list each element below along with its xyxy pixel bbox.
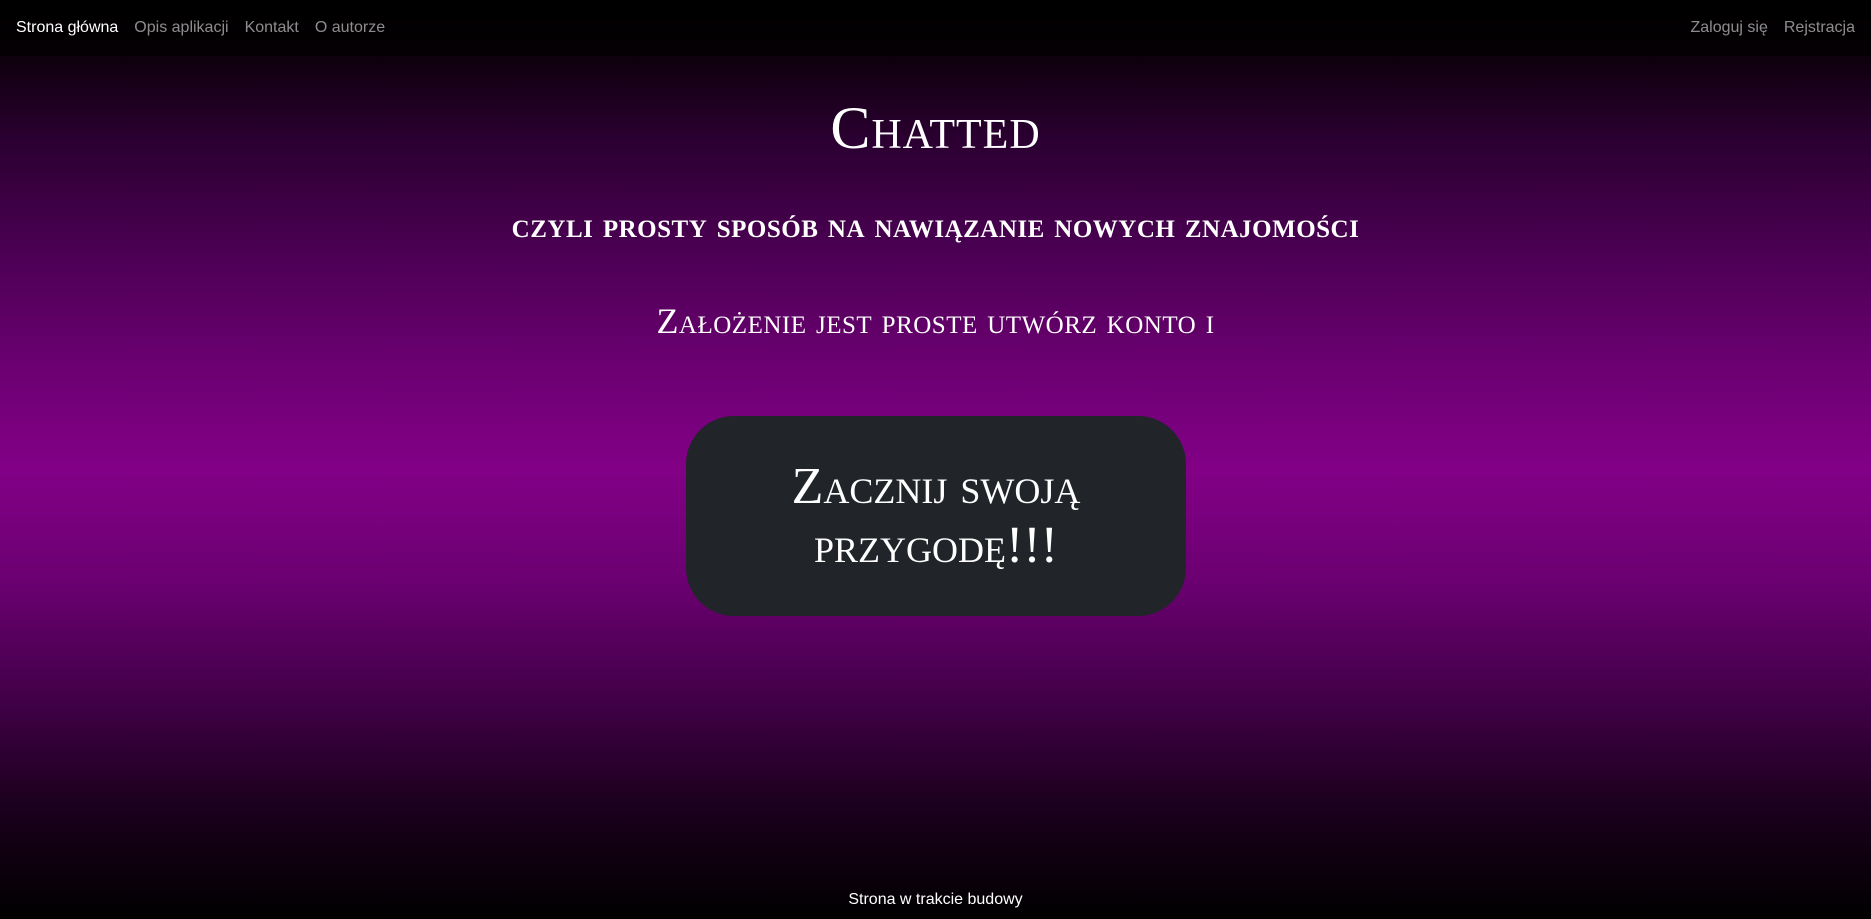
hero-subtitle: czyli prosty sposób na nawiązanie nowych… [511,205,1360,245]
nav-link-about-author[interactable]: O autorze [315,19,385,37]
top-navbar: Strona główna Opis aplikacji Kontakt O a… [0,0,1871,56]
nav-right-group: Zaloguj się Rejstracja [1674,19,1855,37]
nav-link-home[interactable]: Strona główna [16,19,118,37]
page-title: Chatted [830,95,1041,161]
footer-text: Strona w trakcie budowy [848,890,1023,908]
nav-link-contact[interactable]: Kontakt [245,19,299,37]
nav-left-group: Strona główna Opis aplikacji Kontakt O a… [16,19,401,37]
nav-link-app-description[interactable]: Opis aplikacji [134,19,228,37]
start-adventure-label: Zacznij swoją przygodę!!! [791,458,1081,574]
nav-link-register[interactable]: Rejstracja [1784,19,1855,37]
hero-text: Założenie jest proste utwórz konto i [656,301,1215,341]
footer: Strona w trakcie budowy [0,880,1871,919]
nav-link-login[interactable]: Zaloguj się [1690,19,1767,37]
start-adventure-button[interactable]: Zacznij swoją przygodę!!! [686,416,1186,616]
